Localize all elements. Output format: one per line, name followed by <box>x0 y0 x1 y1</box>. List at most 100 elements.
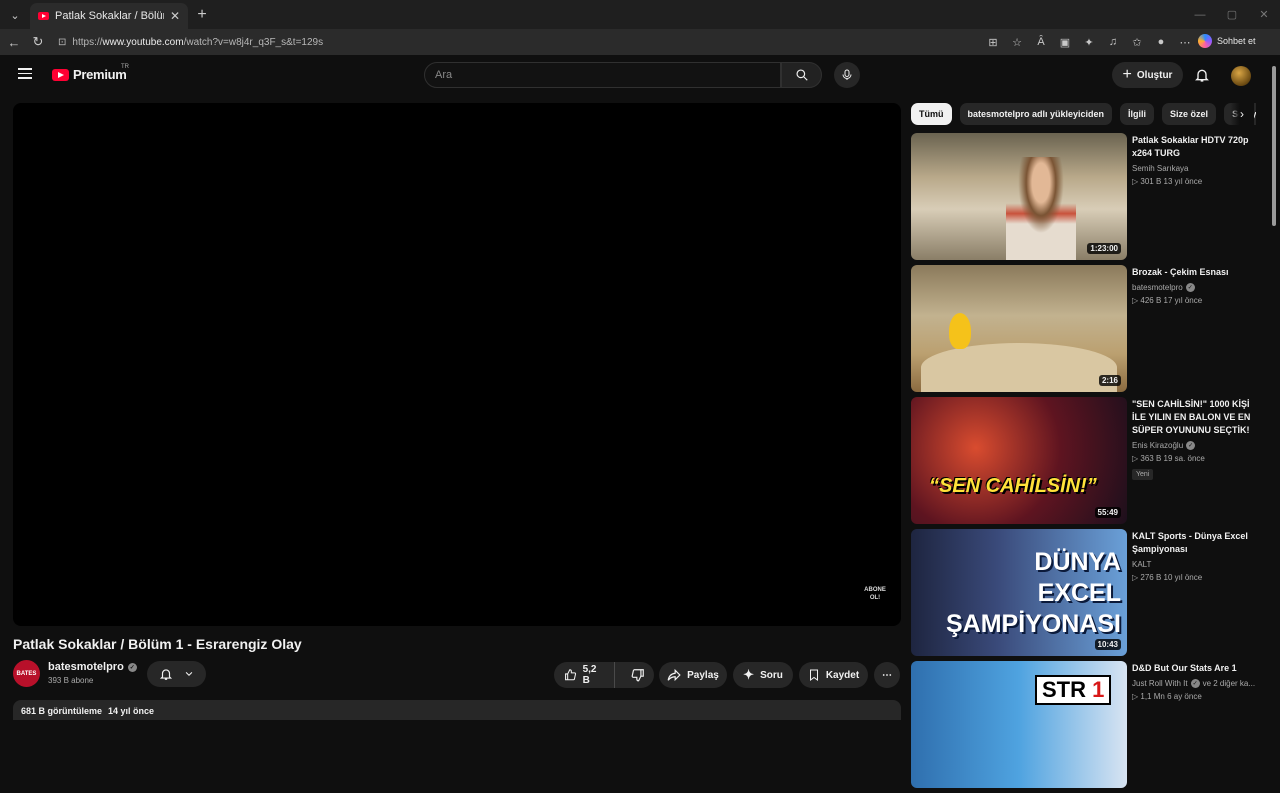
tab-title: Patlak Sokaklar / Bölüm 1 - Esrarengiz O… <box>55 10 164 22</box>
new-tab-icon[interactable]: + <box>188 3 216 27</box>
profile-icon[interactable]: ● <box>1152 33 1170 51</box>
search-input[interactable]: Ara <box>424 62 781 88</box>
browser-tab[interactable]: Patlak Sokaklar / Bölüm 1 - Esrarengiz O… <box>30 3 188 29</box>
split-screen-icon[interactable]: ▣ <box>1056 33 1074 51</box>
recommendation-info[interactable]: KALT Sports - Dünya Excel Şampiyonası KA… <box>1132 530 1256 582</box>
thumbnail-text-a: STR <box>1042 677 1093 702</box>
scrollbar-thumb[interactable] <box>1272 66 1276 226</box>
youtube-page: Premium TR Ara + Oluştur ABONE OL! Patla… <box>0 56 1280 788</box>
share-button[interactable]: Paylaş <box>659 662 727 688</box>
site-info-icon[interactable]: ⊡ <box>58 37 66 48</box>
create-label: Oluştur <box>1136 69 1173 81</box>
rec-views: 1,1 Mn <box>1140 692 1165 701</box>
recommendation-info[interactable]: Brozak - Çekim Esnası batesmotelpro ✓ ▷ 4… <box>1132 266 1256 305</box>
channel-label: batesmotelpro <box>1132 283 1183 292</box>
video-duration: 10:43 <box>1094 639 1121 650</box>
video-thumbnail[interactable]: 2:16 <box>911 265 1127 392</box>
chip-for-you[interactable]: Size özel <box>1162 103 1217 125</box>
menu-icon[interactable] <box>18 68 32 79</box>
reload-icon[interactable]: ↻ <box>26 30 50 54</box>
chevron-right-icon[interactable]: › <box>1230 103 1254 125</box>
thumbnail-table <box>921 343 1117 392</box>
recommendation-meta: ▷ 276 B 10 yıl önce <box>1132 573 1256 582</box>
video-player[interactable]: ABONE OL! <box>13 103 901 626</box>
channel-label: KALT <box>1132 560 1152 569</box>
page-scrollbar[interactable] <box>1268 56 1280 720</box>
recommendation-info[interactable]: Patlak Sokaklar HDTV 720p x264 TURG Semi… <box>1132 134 1256 186</box>
recommendation-item[interactable]: 2:16 Brozak - Çekim Esnası batesmotelpro… <box>911 265 1256 397</box>
channel-extra: ve 2 diğer ka... <box>1202 679 1256 688</box>
thumbnail-line: EXCEL <box>1037 579 1121 607</box>
region-code: TR <box>121 64 129 70</box>
recommendation-title: KALT Sports - Dünya Excel Şampiyonası <box>1132 531 1248 554</box>
plus-icon: + <box>1122 66 1132 83</box>
channel-name-link[interactable]: batesmotelpro ✓ <box>48 661 137 673</box>
new-badge: Yeni <box>1132 469 1154 480</box>
minimize-icon[interactable]: — <box>1184 0 1216 29</box>
favorite-star-icon[interactable]: ☆ <box>1008 33 1026 51</box>
thumbnail-line: ŞAMPİYONASI <box>945 610 1121 638</box>
favorites-icon[interactable]: ✩ <box>1128 33 1146 51</box>
description-box[interactable]: 681 B görüntüleme 14 yıl önce <box>13 700 901 720</box>
close-window-icon[interactable]: ✕ <box>1248 0 1280 29</box>
copilot-button[interactable]: Sohbet et <box>1198 34 1256 48</box>
rec-views: 363 B <box>1140 454 1162 463</box>
recommendation-item[interactable]: 1:23:00 Patlak Sokaklar HDTV 720p x264 T… <box>911 133 1256 265</box>
url-path: /watch?v=w8j4r_q3F_s&t=129s <box>183 36 324 48</box>
app-available-icon[interactable]: ⊞ <box>984 33 1002 51</box>
recommendation-title: Brozak - Çekim Esnası <box>1132 267 1229 277</box>
copilot-icon <box>1198 34 1212 48</box>
extensions-icon[interactable]: ✦ <box>1080 33 1098 51</box>
recommendation-info[interactable]: "SEN CAHİLSİN!" 1000 KİŞİ İLE YILIN EN B… <box>1132 398 1256 481</box>
close-tab-icon[interactable]: ✕ <box>170 9 180 23</box>
subscribed-button[interactable] <box>147 661 206 687</box>
video-thumbnail[interactable]: “SEN CAHİLSİN!” 55:49 <box>911 397 1127 524</box>
notifications-bell-icon[interactable] <box>1194 67 1210 88</box>
browser-tabbar: ⌄ Patlak Sokaklar / Bölüm 1 - Esrarengiz… <box>0 0 1280 29</box>
share-icon <box>667 668 681 682</box>
recommendation-title: Patlak Sokaklar HDTV 720p x264 TURG <box>1132 135 1249 158</box>
save-button[interactable]: Kaydet <box>799 662 868 688</box>
read-aloud-icon[interactable]: Ȃ <box>1032 33 1050 51</box>
search-button[interactable] <box>781 62 822 88</box>
youtube-play-icon <box>52 68 69 81</box>
create-button[interactable]: + Oluştur <box>1112 62 1183 88</box>
logo-text: Premium <box>73 67 127 82</box>
recommendation-info[interactable]: D&D But Our Stats Are 1 Just Roll With I… <box>1132 662 1256 701</box>
maximize-icon[interactable]: ▢ <box>1216 0 1248 29</box>
recommendation-item[interactable]: “SEN CAHİLSİN!” 55:49 "SEN CAHİLSİN!" 10… <box>911 397 1256 529</box>
bookmark-icon <box>809 669 818 681</box>
youtube-logo[interactable]: Premium TR <box>52 64 129 82</box>
recommendation-item[interactable]: DÜNYA EXCEL ŞAMPİYONASI 10:43 KALT Sport… <box>911 529 1256 661</box>
channel-avatar[interactable]: BATES <box>13 660 40 687</box>
like-dislike-group: 5,2 B <box>554 662 654 688</box>
chip-all[interactable]: Tümü <box>911 103 952 125</box>
channel-label: Enis Kirazoğlu <box>1132 441 1184 450</box>
recommendations-list: 1:23:00 Patlak Sokaklar HDTV 720p x264 T… <box>911 133 1256 793</box>
thumbnail-line: DÜNYA <box>1034 548 1121 576</box>
rec-views: 426 B <box>1140 296 1162 305</box>
rec-age: 17 yıl önce <box>1163 296 1203 305</box>
more-actions-icon[interactable]: ⋯ <box>874 662 900 688</box>
chip-related[interactable]: İlgili <box>1120 103 1155 125</box>
browser-essentials-icon[interactable]: ♫ <box>1104 33 1122 51</box>
recommendation-item[interactable]: STR 1 D&D But Our Stats Are 1 Just Roll … <box>911 661 1256 793</box>
filter-chips: Tümü batesmotelpro adlı yükleyiciden İlg… <box>911 103 1256 125</box>
video-thumbnail[interactable]: 1:23:00 <box>911 133 1127 260</box>
address-bar[interactable]: ⊡ https://www.youtube.com/watch?v=w8j4r_… <box>52 32 1007 52</box>
like-button[interactable]: 5,2 B <box>554 662 616 688</box>
video-thumbnail[interactable]: DÜNYA EXCEL ŞAMPİYONASI 10:43 <box>911 529 1127 656</box>
rec-views: 301 B <box>1140 177 1162 186</box>
subscriber-count: 393 B abone <box>48 676 94 685</box>
dislike-button[interactable] <box>621 662 654 688</box>
tab-list-icon[interactable]: ⌄ <box>2 4 28 26</box>
settings-more-icon[interactable]: ⋯ <box>1176 33 1194 51</box>
ask-button[interactable]: ✦ Soru <box>733 662 793 688</box>
chip-from-uploader[interactable]: batesmotelpro adlı yükleyiciden <box>959 103 1113 125</box>
voice-search-button[interactable] <box>834 62 860 88</box>
account-avatar[interactable] <box>1231 66 1251 86</box>
video-thumbnail[interactable]: STR 1 <box>911 661 1127 788</box>
video-duration: 2:16 <box>1098 375 1121 386</box>
subscribe-watermark[interactable]: ABONE OL! <box>859 586 891 602</box>
back-icon[interactable]: ← <box>2 30 26 54</box>
